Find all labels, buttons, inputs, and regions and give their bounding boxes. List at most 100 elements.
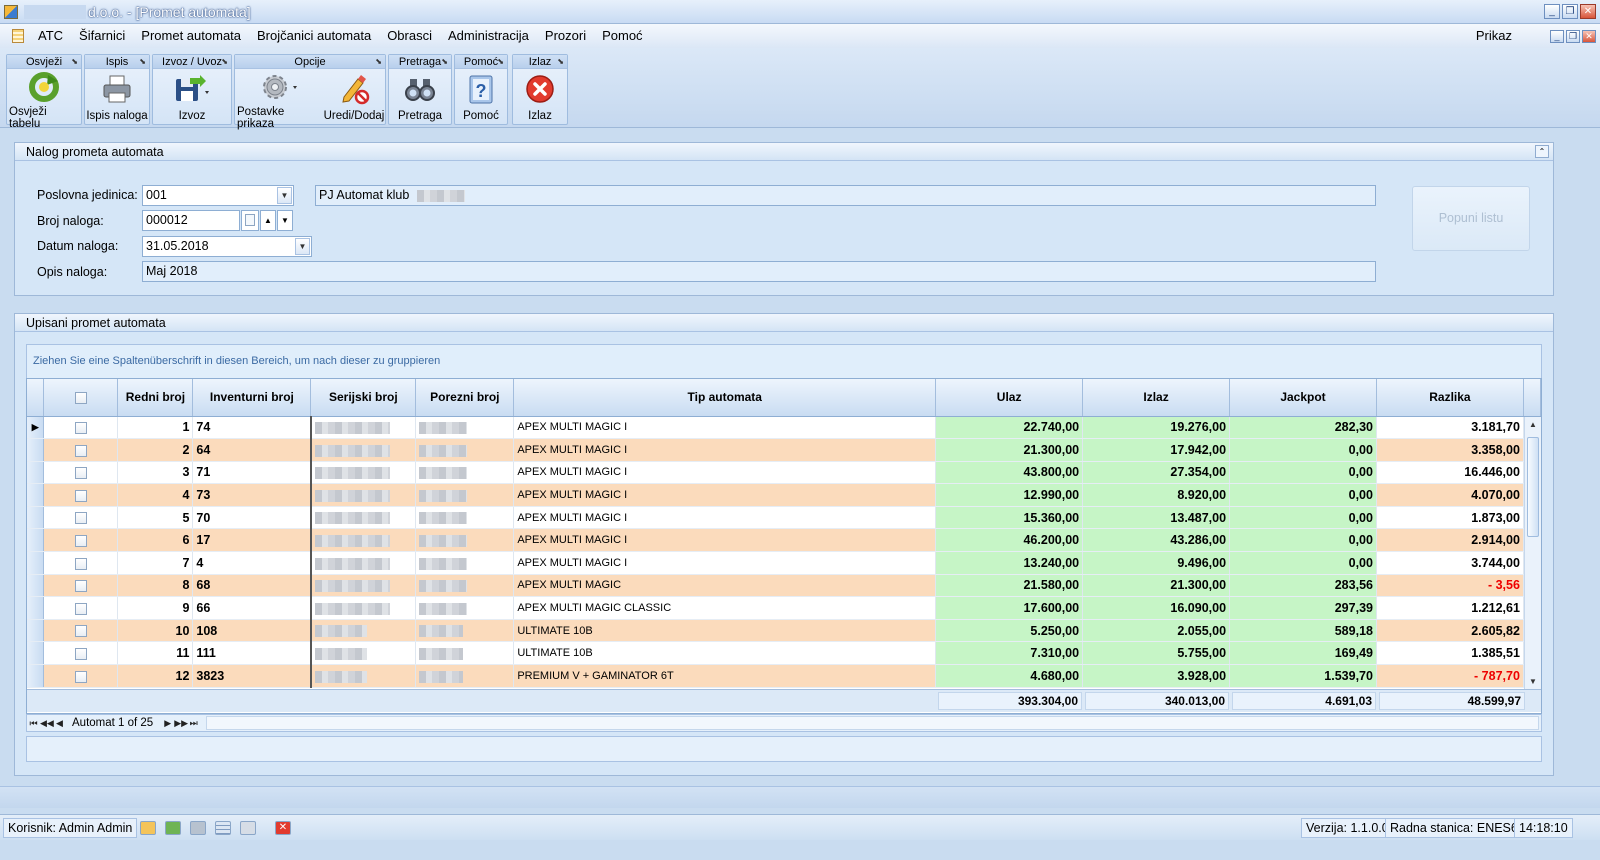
table-row[interactable]: 5 70 APEX MULTI MAGIC I 15.360,00 13.487,00 0…: [27, 506, 1541, 530]
next-record-icon[interactable]: ▶: [161, 716, 174, 730]
row-checkbox-box[interactable]: [74, 422, 87, 434]
child-restore-button[interactable]: ❐: [1566, 29, 1580, 43]
restore-button[interactable]: ❐: [1562, 4, 1578, 19]
record-picker-button[interactable]: [241, 210, 259, 231]
row-checkbox-box[interactable]: [74, 580, 87, 593]
calendar-dropdown-icon[interactable]: ▼: [295, 238, 310, 255]
col-inventurni-broj[interactable]: Inventurni broj: [192, 379, 312, 417]
excel-icon[interactable]: [165, 821, 181, 835]
spin-up-button[interactable]: ▲: [260, 210, 276, 231]
row-checkbox-box[interactable]: [74, 512, 87, 525]
row-checkbox[interactable]: [43, 438, 119, 462]
row-checkbox-box[interactable]: [74, 647, 87, 660]
row-checkbox-box[interactable]: [74, 489, 87, 502]
menu-obrasci[interactable]: Obrasci: [379, 25, 440, 47]
datum-naloga-picker[interactable]: 31.05.2018 ▼: [142, 236, 312, 257]
row-checkbox[interactable]: [43, 506, 119, 530]
pretraga-button[interactable]: Pretraga: [391, 71, 449, 125]
row-checkbox[interactable]: [43, 596, 119, 620]
table-row[interactable]: 12 3823 PREMIUM V + GAMINATOR 6T 4.680,00 3.…: [27, 664, 1541, 688]
keyboard-icon[interactable]: [190, 821, 206, 835]
grid-icon[interactable]: [215, 821, 231, 835]
popuni-listu-button[interactable]: Popuni listu: [1412, 186, 1530, 251]
horizontal-scrollbar[interactable]: [206, 716, 1539, 730]
table-row[interactable]: 6 17 APEX MULTI MAGIC I 46.200,00 43.286,00 0…: [27, 528, 1541, 553]
menu-prikaz[interactable]: Prikaz: [1468, 25, 1534, 47]
col-razlika[interactable]: Razlika: [1376, 379, 1524, 417]
mdi-icon[interactable]: [12, 29, 24, 43]
row-checkbox-box[interactable]: [74, 444, 87, 457]
col-tip-automata[interactable]: Tip automata: [513, 379, 937, 417]
spin-down-button[interactable]: ▼: [277, 210, 293, 231]
minimize-button[interactable]: _: [1544, 4, 1560, 19]
postavke-button[interactable]: Postavke prikaza: [237, 71, 323, 130]
ispis-button[interactable]: Ispis naloga: [86, 71, 148, 125]
table-row[interactable]: 10 108 ULTIMATE 10B 5.250,00 2.055,00 589,18 2…: [27, 619, 1541, 643]
opis-naloga-input[interactable]: Maj 2018: [142, 261, 1376, 282]
table-row[interactable]: 2 64 APEX MULTI MAGIC I 21.300,00 17.942,00 0…: [27, 438, 1541, 462]
table-row[interactable]: 9 66 APEX MULTI MAGIC CLASSIC 17.600,00 16.0…: [27, 596, 1541, 620]
row-checkbox[interactable]: [43, 619, 119, 643]
osvjezi-button[interactable]: Osvježi tabelu: [9, 71, 79, 130]
scroll-up-icon[interactable]: ▲: [1525, 417, 1541, 432]
col-izlaz[interactable]: Izlaz: [1082, 379, 1231, 417]
menu-atc[interactable]: ATC: [30, 25, 71, 47]
row-checkbox-box[interactable]: [74, 467, 87, 480]
prev-page-icon[interactable]: ◀◀: [40, 716, 54, 730]
uredi-dodaj-button[interactable]: Uredi/Dodaj: [323, 71, 385, 125]
row-checkbox-box[interactable]: [74, 670, 87, 683]
col-porezni-broj[interactable]: Porezni broj: [415, 379, 515, 417]
table-row[interactable]: 8 68 APEX MULTI MAGIC 21.580,00 21.300,00 283…: [27, 574, 1541, 598]
close-window-button[interactable]: ✕: [1580, 4, 1596, 19]
col-serijski-broj[interactable]: Serijski broj: [310, 379, 417, 417]
prev-record-icon[interactable]: ◀: [53, 716, 66, 730]
scroll-down-icon[interactable]: ▼: [1525, 674, 1541, 689]
row-checkbox-box[interactable]: [74, 602, 87, 615]
table-row[interactable]: 4 73 APEX MULTI MAGIC I 12.990,00 8.920,00 0,…: [27, 483, 1541, 507]
menu-administracija[interactable]: Administracija: [440, 25, 537, 47]
table-row[interactable]: 7 4 APEX MULTI MAGIC I 13.240,00 9.496,00 0,0…: [27, 551, 1541, 575]
row-checkbox[interactable]: [43, 641, 119, 666]
row-checkbox[interactable]: [43, 416, 119, 440]
row-checkbox[interactable]: [43, 528, 119, 553]
broj-naloga-input[interactable]: 000012: [142, 210, 240, 231]
chevron-down-icon[interactable]: ▼: [277, 187, 292, 204]
table-row[interactable]: 3 71 APEX MULTI MAGIC I 43.800,00 27.354,00 0…: [27, 461, 1541, 485]
row-checkbox[interactable]: [43, 664, 119, 688]
scroll-thumb[interactable]: [1527, 437, 1539, 537]
pj-code-select[interactable]: 001 ▼: [142, 185, 294, 206]
child-minimize-button[interactable]: _: [1550, 29, 1564, 43]
menu-sifarnici[interactable]: Šifarnici: [71, 25, 133, 47]
col-jackpot[interactable]: Jackpot: [1229, 379, 1377, 417]
menu-brojcanici[interactable]: Brojčanici automata: [249, 25, 379, 47]
row-checkbox-box[interactable]: [74, 534, 87, 547]
select-all-header[interactable]: [43, 379, 119, 417]
menu-pomoc[interactable]: Pomoć: [594, 25, 650, 47]
select-all-checkbox[interactable]: [74, 392, 87, 405]
group-by-area[interactable]: Ziehen Sie eine Spaltenüberschrift in di…: [26, 344, 1542, 378]
row-checkbox-box[interactable]: [74, 557, 87, 570]
row-checkbox-box[interactable]: [74, 625, 87, 638]
last-record-icon[interactable]: ⏭: [187, 716, 200, 730]
collapse-icon[interactable]: ⌃: [1535, 145, 1549, 158]
izlaz-button[interactable]: Izlaz: [515, 71, 565, 125]
col-ulaz[interactable]: Ulaz: [935, 379, 1084, 417]
row-checkbox[interactable]: [43, 461, 119, 485]
row-checkbox[interactable]: [43, 574, 119, 598]
first-record-icon[interactable]: ⏮: [27, 716, 40, 730]
menu-promet-automata[interactable]: Promet automata: [133, 25, 249, 47]
child-close-button[interactable]: ✕: [1582, 29, 1596, 43]
row-checkbox[interactable]: [43, 483, 119, 507]
settings-grid-icon[interactable]: [240, 821, 256, 835]
col-redni-broj[interactable]: Redni broj: [117, 379, 194, 417]
folder-icon[interactable]: [140, 821, 156, 835]
pomoc-button[interactable]: ? Pomoć: [457, 71, 505, 125]
table-row[interactable]: ▶ 1 74 APEX MULTI MAGIC I 22.740,00 19.276,00…: [27, 416, 1541, 440]
menu-prozori[interactable]: Prozori: [537, 25, 594, 47]
close-icon[interactable]: ✕: [275, 821, 291, 835]
izvoz-button[interactable]: Izvoz: [157, 71, 227, 125]
next-page-icon[interactable]: ▶▶: [174, 716, 188, 730]
table-row[interactable]: 11 111 ULTIMATE 10B 7.310,00 5.755,00 169,49 1…: [27, 641, 1541, 666]
vertical-scrollbar[interactable]: ▲ ▼: [1524, 417, 1541, 689]
app-icon[interactable]: [4, 4, 18, 19]
